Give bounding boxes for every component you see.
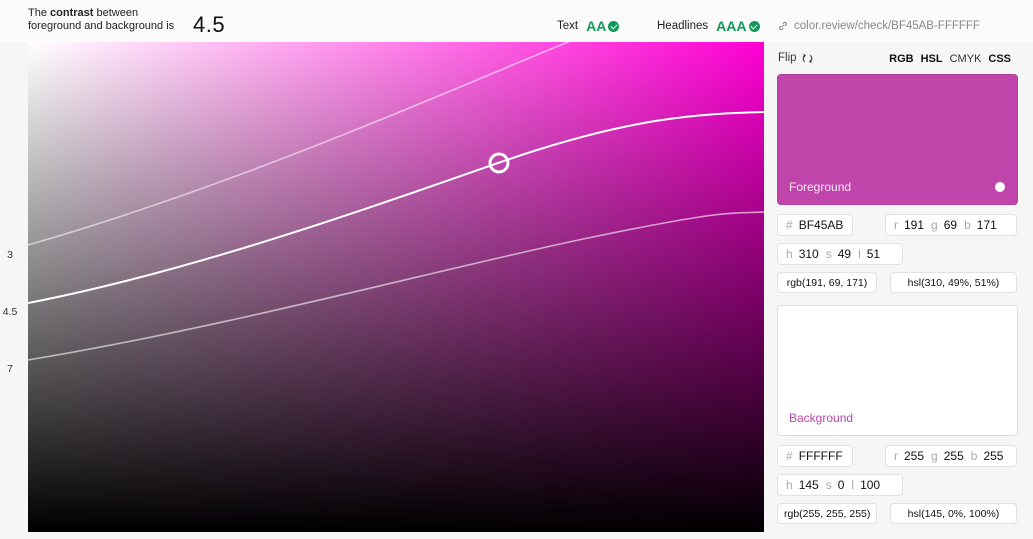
foreground-swatch[interactable]: Foreground	[777, 74, 1018, 205]
link-icon	[779, 21, 787, 31]
flip-button[interactable]: Flip	[778, 52, 813, 64]
foreground-css-rgb[interactable]: rgb(191, 69, 171)	[777, 272, 877, 293]
l-key: l	[858, 247, 861, 261]
foreground-r-value[interactable]: 191	[904, 218, 924, 232]
refresh-icon	[802, 53, 812, 63]
format-toggle-css[interactable]: CSS	[988, 53, 1011, 65]
contrast-curve-7	[28, 211, 764, 361]
background-l-value[interactable]: 100	[860, 478, 880, 492]
share-link[interactable]: color.review/check/BF45AB-FFFFFF	[778, 20, 980, 32]
contrast-level-label-4-5: 4.5	[2, 306, 18, 318]
foreground-hsl-input[interactable]: h 310 s 49 l 51	[777, 243, 903, 265]
contrast-curve-3	[28, 42, 571, 246]
b-key: b	[970, 449, 978, 463]
active-indicator-dot	[995, 182, 1005, 192]
foreground-b-value[interactable]: 171	[977, 218, 997, 232]
headlines-rating-grade: AAA	[716, 18, 747, 34]
format-toggle-rgb[interactable]: RGB	[889, 53, 913, 65]
foreground-css-hsl[interactable]: hsl(310, 49%, 51%)	[890, 272, 1017, 293]
g-key: g	[931, 449, 938, 463]
foreground-h-value[interactable]: 310	[799, 247, 819, 261]
r-key: r	[894, 218, 898, 232]
check-circle-icon	[608, 20, 620, 32]
foreground-rgb-input[interactable]: r 191 g 69 b 171	[885, 214, 1017, 236]
b-key: b	[964, 218, 971, 232]
contrast-bold-word: contrast	[50, 7, 94, 19]
background-hex-value[interactable]: FFFFFF	[799, 449, 843, 463]
contrast-description: The contrast between foreground and back…	[28, 7, 174, 33]
header-bar: The contrast between foreground and back…	[0, 0, 1033, 42]
check-circle-icon	[748, 20, 760, 32]
contrast-line2: foreground and background is	[28, 20, 175, 32]
hex-prefix: #	[786, 449, 793, 463]
background-r-value[interactable]: 255	[904, 449, 924, 463]
format-toggle-hsl[interactable]: HSL	[921, 53, 943, 65]
background-hsl-input[interactable]: h 145 s0 l 100	[777, 474, 903, 496]
foreground-s-value[interactable]: 49	[838, 247, 851, 261]
contrast-suffix: between	[93, 7, 139, 19]
contrast-level-label-3: 3	[7, 249, 13, 261]
s-key: s	[825, 247, 832, 261]
h-key: h	[786, 247, 793, 261]
foreground-l-value[interactable]: 51	[867, 247, 880, 261]
headlines-rating-badge: Headlines AAA	[657, 18, 760, 34]
text-rating-badge: Text AA	[557, 18, 620, 34]
format-toggle-cmyk[interactable]: CMYK	[950, 53, 982, 65]
contrast-curves	[28, 42, 764, 361]
r-key: r	[894, 449, 898, 463]
g-key: g	[931, 218, 938, 232]
contrast-ratio-value: 4.5	[193, 12, 226, 37]
foreground-label: Foreground	[789, 180, 852, 194]
background-css-hsl[interactable]: hsl(145, 0%, 100%)	[890, 503, 1017, 524]
foreground-hex-value[interactable]: BF45AB	[799, 218, 844, 232]
background-label: Background	[789, 411, 854, 425]
color-panel: Flip RGB HSL CMYK CSS Foreground # BF45A…	[770, 42, 1033, 539]
contrast-level-label-7: 7	[7, 363, 13, 375]
background-h-value[interactable]: 145	[799, 478, 819, 492]
hex-prefix: #	[786, 218, 793, 232]
text-rating-label: Text	[557, 20, 579, 32]
foreground-hex-input[interactable]: # BF45AB	[777, 214, 853, 236]
foreground-g-value[interactable]: 69	[944, 218, 957, 232]
l-key: l	[851, 478, 855, 492]
flip-label: Flip	[778, 52, 797, 64]
contrast-curve-4-5	[28, 111, 764, 304]
format-toggles: RGB HSL CMYK CSS	[889, 53, 1011, 65]
s-key: s	[825, 478, 832, 492]
background-b-value[interactable]: 255	[983, 449, 1003, 463]
share-url[interactable]: color.review/check/BF45AB-FFFFFF	[794, 20, 980, 32]
color-picker-area[interactable]	[28, 42, 764, 532]
headlines-rating-label: Headlines	[657, 20, 709, 32]
background-swatch[interactable]: Background	[777, 305, 1018, 436]
background-rgb-input[interactable]: r 255 g 255 b 255	[885, 445, 1017, 467]
text-rating-grade: AA	[586, 18, 607, 34]
h-key: h	[786, 478, 793, 492]
contrast-prefix: The	[28, 7, 51, 19]
background-s-value[interactable]: 0	[838, 478, 845, 492]
background-g-value[interactable]: 255	[944, 449, 964, 463]
background-hex-input[interactable]: # FFFFFF	[777, 445, 853, 467]
background-css-rgb[interactable]: rgb(255, 255, 255)	[777, 503, 877, 524]
